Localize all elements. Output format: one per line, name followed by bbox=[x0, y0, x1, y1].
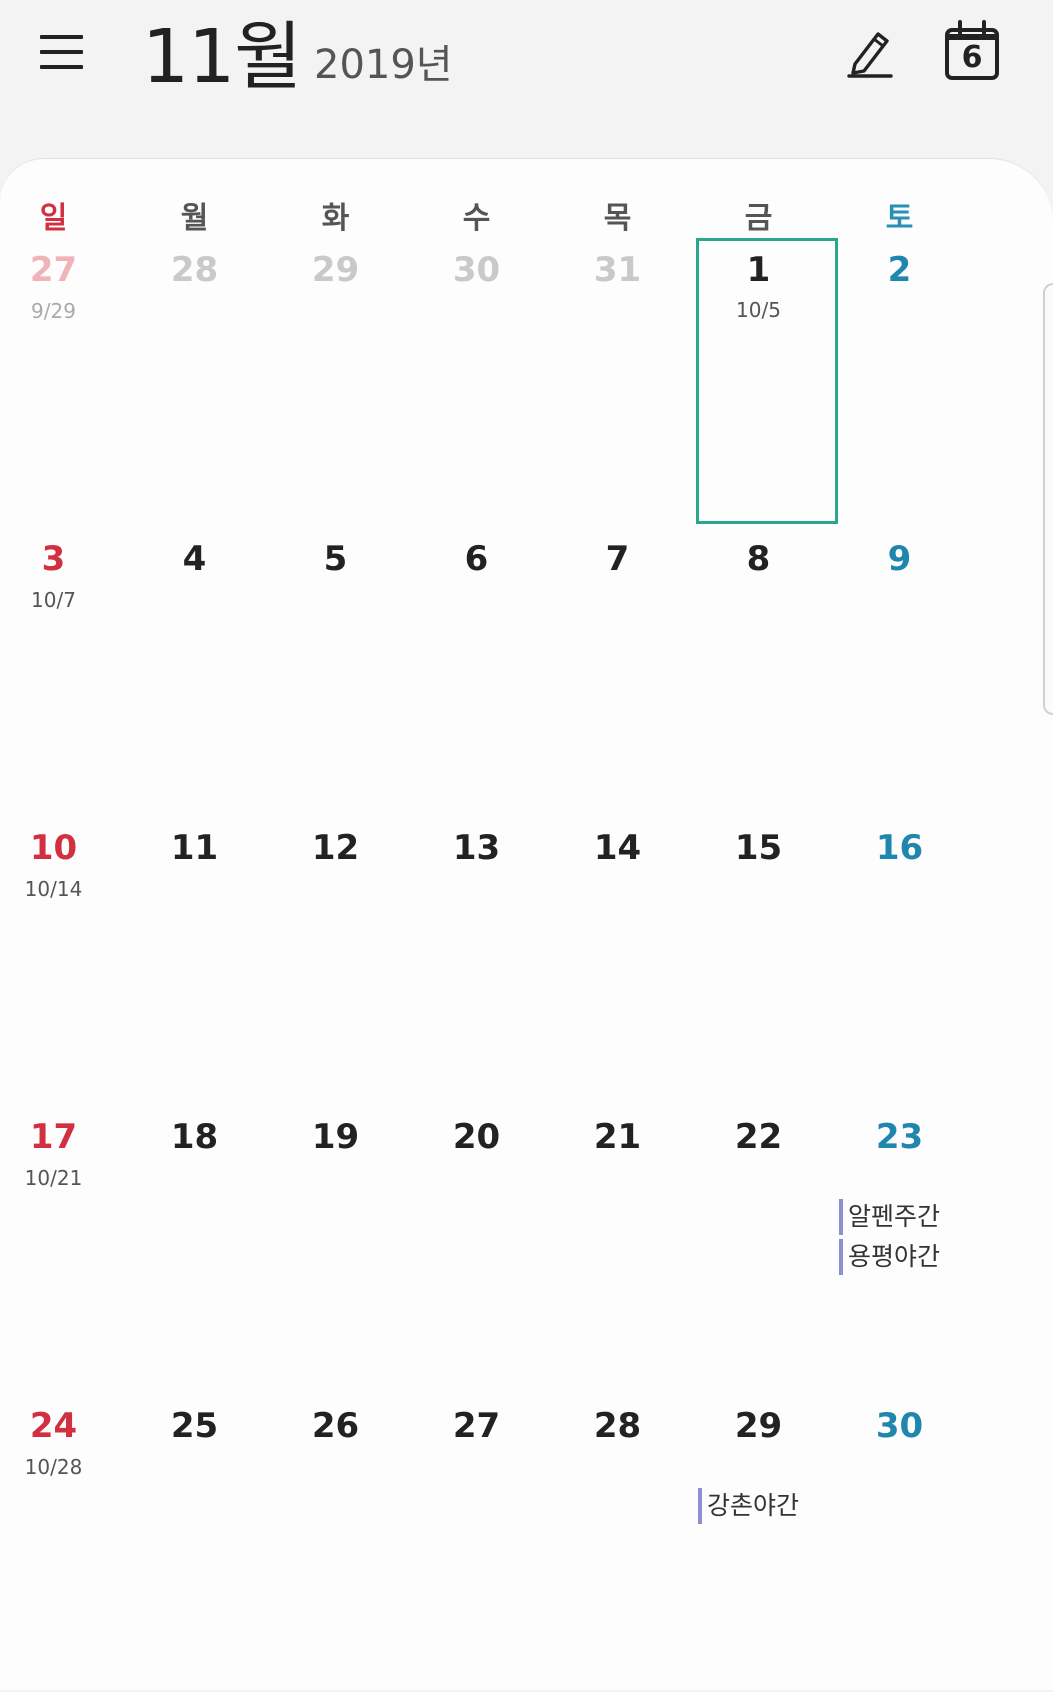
day-number: 2 bbox=[887, 250, 912, 290]
day-number: 9 bbox=[887, 539, 912, 579]
day-cell[interactable]: 25 bbox=[124, 1403, 265, 1692]
hamburger-menu-icon[interactable] bbox=[40, 33, 83, 71]
weekday-label: 목 bbox=[603, 201, 632, 236]
event-list: 알펜주간용평야간 bbox=[839, 1199, 967, 1279]
lunar-date: 10/21 bbox=[24, 1166, 83, 1190]
event-item[interactable]: 강촌야간 bbox=[698, 1488, 826, 1524]
day-cell[interactable]: 13 bbox=[406, 825, 547, 1114]
day-number: 29 bbox=[734, 1406, 783, 1446]
day-number: 29 bbox=[311, 250, 360, 290]
day-number: 23 bbox=[875, 1117, 924, 1157]
day-number: 27 bbox=[29, 250, 78, 290]
app-header: 11월 2019년 6 bbox=[0, 0, 1053, 160]
day-cell[interactable]: 24 10/28 bbox=[0, 1403, 124, 1692]
day-cell[interactable]: 19 bbox=[265, 1114, 406, 1403]
day-number: 11 bbox=[170, 828, 219, 868]
day-cell[interactable]: 28 bbox=[547, 1403, 688, 1692]
day-number: 15 bbox=[734, 828, 783, 868]
day-number: 30 bbox=[452, 250, 501, 290]
day-cell[interactable]: 4 bbox=[124, 536, 265, 825]
weekday-label: 수 bbox=[462, 201, 491, 236]
day-cell[interactable]: 12 bbox=[265, 825, 406, 1114]
day-number: 12 bbox=[311, 828, 360, 868]
day-number: 18 bbox=[170, 1117, 219, 1157]
month-title[interactable]: 11월 bbox=[142, 12, 302, 102]
day-number: 28 bbox=[593, 1406, 642, 1446]
day-number: 17 bbox=[29, 1117, 78, 1157]
day-number: 1 bbox=[746, 250, 771, 290]
lunar-date: 10/7 bbox=[31, 588, 76, 612]
day-cell[interactable]: 18 bbox=[124, 1114, 265, 1403]
day-number: 14 bbox=[593, 828, 642, 868]
day-number: 10 bbox=[29, 828, 78, 868]
day-number: 16 bbox=[875, 828, 924, 868]
day-number: 25 bbox=[170, 1406, 219, 1446]
day-number: 13 bbox=[452, 828, 501, 868]
day-cell[interactable]: 6 bbox=[406, 536, 547, 825]
today-number: 6 bbox=[961, 40, 983, 75]
day-cell[interactable]: 30 bbox=[406, 247, 547, 536]
day-cell[interactable]: 28 bbox=[124, 247, 265, 536]
day-cell[interactable]: 31 bbox=[547, 247, 688, 536]
day-number: 28 bbox=[170, 250, 219, 290]
day-cell[interactable]: 30 bbox=[829, 1403, 970, 1692]
day-cell[interactable]: 5 bbox=[265, 536, 406, 825]
day-cell[interactable]: 7 bbox=[547, 536, 688, 825]
day-cell[interactable]: 20 bbox=[406, 1114, 547, 1403]
day-cell[interactable]: 17 10/21 bbox=[0, 1114, 124, 1403]
day-number: 19 bbox=[311, 1117, 360, 1157]
day-number: 5 bbox=[323, 539, 348, 579]
pencil-edit-icon[interactable] bbox=[845, 26, 895, 78]
event-list: 강촌야간 bbox=[698, 1488, 826, 1528]
day-number: 3 bbox=[41, 539, 66, 579]
calendar-today-icon[interactable]: 6 bbox=[944, 20, 1000, 82]
day-number: 26 bbox=[311, 1406, 360, 1446]
day-cell[interactable]: 9 bbox=[829, 536, 970, 825]
day-cell[interactable]: 2 bbox=[829, 247, 970, 536]
day-number: 20 bbox=[452, 1117, 501, 1157]
day-cell[interactable]: 29 bbox=[265, 247, 406, 536]
day-number: 21 bbox=[593, 1117, 642, 1157]
day-cell[interactable]: 16 bbox=[829, 825, 970, 1114]
day-number: 30 bbox=[875, 1406, 924, 1446]
day-number: 27 bbox=[452, 1406, 501, 1446]
day-cell[interactable]: 23 알펜주간용평야간 bbox=[829, 1114, 970, 1403]
event-item[interactable]: 용평야간 bbox=[839, 1239, 967, 1275]
day-cell[interactable]: 27 bbox=[406, 1403, 547, 1692]
month-grid: 27 9/29 28 29 30 31 1 10/5 2 3 10/7 4 5 6 7 8 9 10 10/14 11… bbox=[0, 238, 1053, 1692]
lunar-date: 10/5 bbox=[736, 298, 781, 322]
weekday-header: 일월화수목금토 bbox=[0, 195, 1053, 245]
day-cell[interactable]: 15 bbox=[688, 825, 829, 1114]
day-number: 22 bbox=[734, 1117, 783, 1157]
day-cell[interactable]: 29 강촌야간 bbox=[688, 1403, 829, 1692]
day-number: 6 bbox=[464, 539, 489, 579]
day-number: 24 bbox=[29, 1406, 78, 1446]
day-cell-selected[interactable]: 1 10/5 bbox=[696, 238, 838, 524]
day-cell[interactable]: 26 bbox=[265, 1403, 406, 1692]
day-cell[interactable]: 22 bbox=[688, 1114, 829, 1403]
weekday-label: 일 bbox=[39, 201, 68, 236]
event-item[interactable]: 알펜주간 bbox=[839, 1199, 967, 1235]
lunar-date: 9/29 bbox=[31, 299, 76, 323]
month-sheet: 일월화수목금토 27 9/29 28 29 30 31 1 10/5 2 3 10/7 4 5 6 7 8 9 1… bbox=[0, 158, 1053, 1690]
year-title[interactable]: 2019년 bbox=[314, 40, 453, 90]
weekday-label: 토 bbox=[885, 201, 914, 236]
day-cell[interactable]: 11 bbox=[124, 825, 265, 1114]
day-number: 7 bbox=[605, 539, 630, 579]
day-cell[interactable]: 3 10/7 bbox=[0, 536, 124, 825]
weekday-label: 화 bbox=[321, 201, 350, 236]
scroll-handle[interactable] bbox=[1043, 283, 1053, 715]
day-cell[interactable]: 27 9/29 bbox=[0, 247, 124, 536]
day-cell[interactable]: 14 bbox=[547, 825, 688, 1114]
weekday-label: 월 bbox=[180, 201, 209, 236]
lunar-date: 10/28 bbox=[24, 1455, 83, 1479]
day-number: 4 bbox=[182, 539, 207, 579]
day-cell[interactable]: 8 bbox=[688, 536, 829, 825]
day-number: 31 bbox=[593, 250, 642, 290]
weekday-label: 금 bbox=[744, 201, 773, 236]
lunar-date: 10/14 bbox=[24, 877, 83, 901]
day-number: 8 bbox=[746, 539, 771, 579]
day-cell[interactable]: 10 10/14 bbox=[0, 825, 124, 1114]
day-cell[interactable]: 21 bbox=[547, 1114, 688, 1403]
